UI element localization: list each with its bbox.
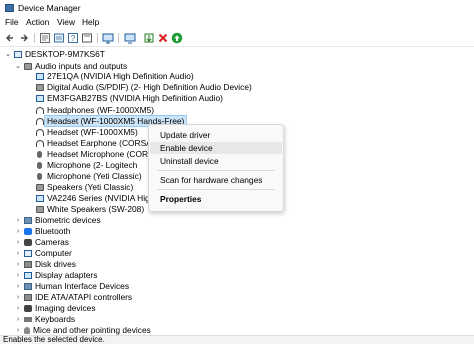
chevron-right-icon[interactable]: › (14, 305, 22, 312)
category-computer[interactable]: › Computer (14, 248, 72, 258)
microphone-icon (37, 150, 42, 158)
category-mice[interactable]: › Mice and other pointing devices (14, 325, 151, 335)
chevron-down-icon[interactable]: ⌄ (4, 50, 12, 58)
menu-scan-hardware[interactable]: Scan for hardware changes (150, 174, 282, 186)
category-keyboards[interactable]: › Keyboards (14, 314, 75, 324)
headset-icon (36, 117, 44, 125)
toolbar-separator (34, 33, 35, 43)
chevron-down-icon[interactable]: ⌄ (14, 62, 22, 70)
disk-drive-icon (24, 260, 32, 268)
monitor-icon[interactable] (102, 32, 114, 44)
toolbar-separator (97, 33, 98, 43)
device-em3fgab27bs[interactable]: EM3FGAB27BS (NVIDIA High Definition Audi… (36, 93, 223, 103)
speaker-icon (36, 183, 44, 191)
chevron-right-icon[interactable]: › (14, 272, 22, 279)
help-icon[interactable]: ? (67, 32, 79, 44)
category-hid[interactable]: › Human Interface Devices (14, 281, 129, 291)
device-microphone-yeti[interactable]: Microphone (Yeti Classic) (36, 171, 142, 181)
device-speakers-yeti[interactable]: Speakers (Yeti Classic) (36, 182, 133, 192)
monitor-icon (36, 72, 44, 80)
speaker-icon (24, 62, 32, 70)
device-headset-microphone[interactable]: Headset Microphone (CORS (36, 149, 154, 159)
device-headset[interactable]: Headset (WF-1000XM5) (36, 127, 138, 137)
headset-icon (36, 139, 44, 147)
menu-properties[interactable]: Properties (150, 193, 282, 205)
menu-view[interactable]: View (57, 17, 75, 27)
device-headset-earphone[interactable]: Headset Earphone (CORSA (36, 138, 152, 148)
display-adapter-icon (24, 271, 32, 279)
uninstall-icon[interactable] (157, 32, 169, 44)
toolbar: ? (0, 30, 474, 47)
category-imaging[interactable]: › Imaging devices (14, 303, 96, 313)
category-display-adapters[interactable]: › Display adapters (14, 270, 98, 280)
speaker-icon (36, 205, 44, 213)
headphones-icon (36, 106, 44, 114)
chevron-right-icon[interactable]: › (14, 239, 22, 246)
camera-icon (24, 238, 32, 246)
mouse-icon (24, 326, 30, 334)
computer-icon (24, 249, 32, 257)
scan-icon[interactable] (81, 32, 93, 44)
chevron-right-icon[interactable]: › (14, 261, 22, 268)
properties-icon[interactable] (39, 32, 51, 44)
fingerprint-icon (24, 216, 32, 224)
speaker-icon (36, 83, 44, 91)
forward-icon[interactable] (18, 32, 30, 44)
microphone-icon (37, 161, 42, 169)
headset-icon (36, 128, 44, 136)
menu-uninstall-device[interactable]: Uninstall device (150, 155, 282, 167)
update-driver-green-icon[interactable] (143, 32, 155, 44)
monitor-icon (36, 94, 44, 102)
back-icon[interactable] (4, 32, 16, 44)
menu-update-driver[interactable]: Update driver (150, 129, 282, 141)
chevron-right-icon[interactable]: › (14, 228, 22, 235)
menu-separator (157, 170, 275, 171)
chevron-right-icon[interactable]: › (14, 217, 22, 224)
ide-controller-icon (24, 293, 32, 301)
menu-action[interactable]: Action (26, 17, 49, 27)
device-headphones[interactable]: Headphones (WF-1000XM5) (36, 105, 154, 115)
chevron-right-icon[interactable]: › (14, 250, 22, 257)
enable-icon[interactable] (171, 32, 183, 44)
chevron-right-icon[interactable]: › (14, 327, 22, 334)
chevron-right-icon[interactable]: › (14, 283, 22, 290)
device-manager-icon (5, 4, 14, 12)
menu-bar: File Action View Help (0, 17, 474, 29)
monitor-icon (36, 194, 44, 202)
chevron-right-icon[interactable]: › (14, 294, 22, 301)
menu-file[interactable]: File (5, 17, 19, 27)
tree-root[interactable]: ⌄ DESKTOP-9M7KS6T (4, 49, 105, 59)
menu-help[interactable]: Help (82, 17, 99, 27)
context-menu: Update driver Enable device Uninstall de… (148, 124, 284, 212)
hid-icon (24, 282, 32, 290)
computer-icon (14, 50, 22, 58)
microphone-icon (37, 172, 42, 180)
category-ide[interactable]: › IDE ATA/ATAPI controllers (14, 292, 132, 302)
device-27e1qa[interactable]: 27E1QA (NVIDIA High Definition Audio) (36, 71, 194, 81)
imaging-device-icon (24, 304, 32, 312)
keyboard-icon (24, 316, 32, 322)
toolbar-separator (118, 33, 119, 43)
chevron-right-icon[interactable]: › (14, 316, 22, 323)
bluetooth-icon (24, 227, 32, 235)
window-title: Device Manager (18, 3, 81, 13)
svg-text:?: ? (71, 34, 76, 43)
update-driver-icon[interactable] (124, 32, 136, 44)
category-bluetooth[interactable]: › Bluetooth (14, 226, 71, 236)
device-va2246[interactable]: VA2246 Series (NVIDIA High (36, 193, 154, 203)
device-microphone-logitech[interactable]: Microphone (2- Logitech (36, 160, 137, 170)
menu-separator (157, 189, 275, 190)
category-biometric[interactable]: › Biometric devices (14, 215, 101, 225)
device-digital-audio[interactable]: Digital Audio (S/PDIF) (2- High Definiti… (36, 82, 252, 92)
title-bar: Device Manager (0, 0, 474, 17)
device-white-speakers[interactable]: White Speakers (SW-208) (36, 204, 144, 214)
category-disk-drives[interactable]: › Disk drives (14, 259, 76, 269)
menu-enable-device[interactable]: Enable device (150, 142, 282, 154)
show-hidden-icon[interactable] (53, 32, 65, 44)
category-cameras[interactable]: › Cameras (14, 237, 69, 247)
category-audio[interactable]: ⌄ Audio inputs and outputs (14, 61, 127, 71)
